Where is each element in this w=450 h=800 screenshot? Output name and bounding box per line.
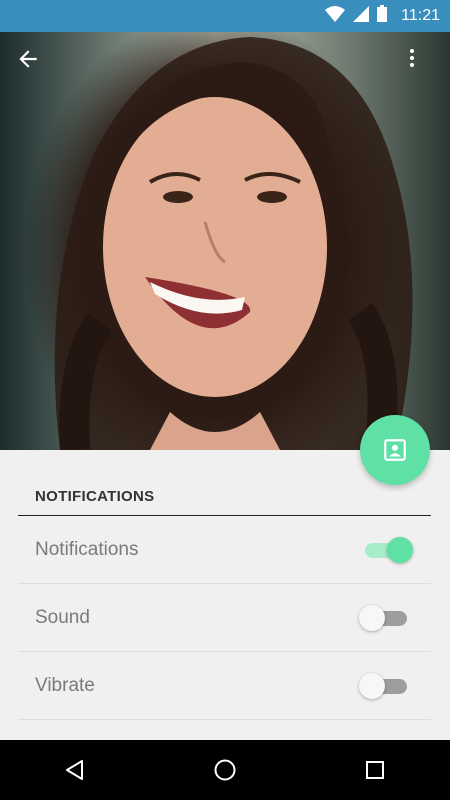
contact-fab-button[interactable] — [360, 415, 430, 485]
battery-icon — [377, 5, 388, 27]
setting-row-notifications[interactable]: Notifications — [18, 516, 431, 584]
sound-toggle[interactable] — [359, 605, 409, 631]
setting-label: Notifications — [35, 539, 139, 560]
profile-photo — [0, 32, 450, 450]
status-icons: 11:21 — [325, 0, 440, 32]
status-time: 11:21 — [401, 7, 440, 24]
section-title: NOTIFICATIONS — [35, 488, 155, 505]
arrow-back-icon — [19, 50, 37, 68]
back-triangle-icon — [66, 760, 83, 780]
toggle-thumb — [359, 605, 385, 631]
more-vert-icon — [410, 49, 414, 67]
status-bar: 11:21 — [0, 0, 450, 32]
vibrate-toggle[interactable] — [359, 673, 409, 699]
setting-label: Vibrate — [35, 675, 95, 696]
more-options-button[interactable] — [400, 46, 440, 86]
home-circle-icon — [214, 759, 236, 781]
back-button[interactable] — [15, 46, 55, 86]
settings-panel: NOTIFICATIONS Notifications Sound Vibrat… — [0, 450, 450, 740]
nav-recents-button[interactable] — [345, 740, 405, 800]
toggle-thumb — [387, 537, 413, 563]
nav-home-button[interactable] — [195, 740, 255, 800]
contact-card-icon — [384, 439, 406, 461]
notifications-toggle[interactable] — [363, 537, 413, 563]
recents-square-icon — [366, 761, 384, 779]
profile-photo-art — [54, 37, 413, 450]
nav-back-button[interactable] — [45, 740, 105, 800]
setting-row-sound[interactable]: Sound — [18, 584, 431, 652]
setting-row-vibrate[interactable]: Vibrate — [18, 652, 431, 720]
wifi-icon — [325, 5, 346, 27]
system-nav-bar — [0, 740, 450, 800]
setting-label: Sound — [35, 607, 90, 628]
signal-icon — [353, 5, 370, 27]
toggle-thumb — [359, 673, 385, 699]
